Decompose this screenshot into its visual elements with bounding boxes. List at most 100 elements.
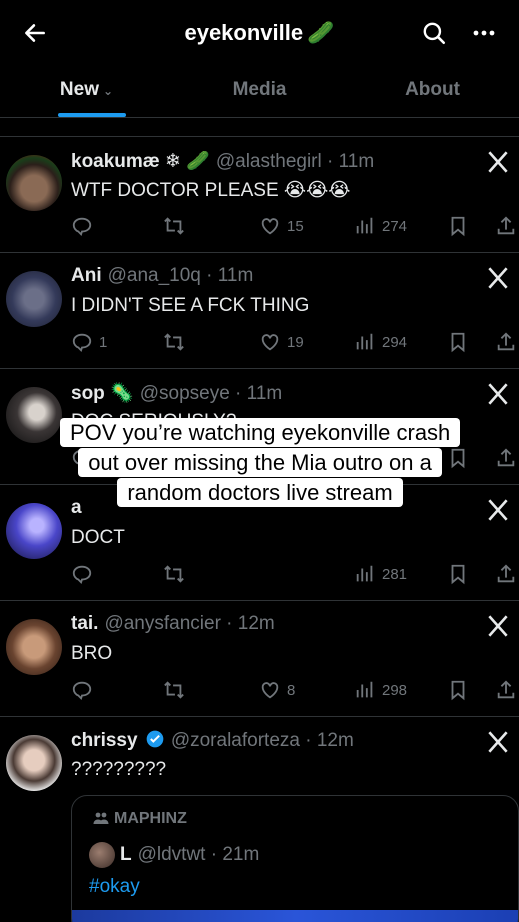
- tweet-text: ?????????: [71, 759, 167, 780]
- author-name[interactable]: sop 🦠: [71, 383, 134, 404]
- community-label: MAPHINZ: [114, 810, 187, 827]
- like-button[interactable]: 8: [259, 677, 295, 703]
- author-line: Ani @ana_10q · 11m: [71, 265, 253, 287]
- bookmark-button[interactable]: [447, 329, 469, 355]
- author-name[interactable]: chrissy: [71, 730, 138, 751]
- active-tab-indicator: [58, 113, 126, 117]
- share-button[interactable]: [495, 561, 517, 587]
- reply-icon: [72, 333, 92, 352]
- tab-about-label: About: [405, 79, 460, 100]
- quoted-media[interactable]: [72, 910, 518, 922]
- quoted-avatar: [89, 842, 115, 868]
- views-button[interactable]: 281: [354, 561, 407, 587]
- tab-new[interactable]: New ⌄: [0, 64, 173, 117]
- views-button[interactable]: 274: [354, 213, 407, 239]
- bookmark-icon: [451, 216, 465, 237]
- tweet[interactable]: koakumæ ❄ 🥒 @alasthegirl · 11m WTF DOCTOR…: [0, 136, 519, 252]
- quoted-author-name: L: [120, 844, 132, 865]
- x-logo-icon: [488, 731, 508, 753]
- views-button[interactable]: 298: [354, 677, 407, 703]
- view-count: 294: [382, 333, 408, 351]
- like-button[interactable]: 15: [259, 213, 304, 239]
- overlay-caption: POV you’re watching eyekonville crash ou…: [60, 418, 461, 508]
- tab-about[interactable]: About: [346, 64, 519, 117]
- share-icon: [497, 680, 515, 699]
- bookmark-button[interactable]: [447, 561, 469, 587]
- search-icon[interactable]: [421, 20, 447, 46]
- tweet-text: BRO: [71, 643, 113, 664]
- share-button[interactable]: [495, 445, 517, 471]
- bookmark-icon: [451, 564, 465, 585]
- share-button[interactable]: [495, 329, 517, 355]
- avatar[interactable]: [6, 735, 62, 791]
- bookmark-button[interactable]: [447, 677, 469, 703]
- quoted-author-handle: @ldvtwt · 21m: [137, 844, 260, 865]
- author-handle: @zoralaforteza · 12m: [170, 730, 354, 751]
- reply-button[interactable]: 1: [71, 329, 107, 355]
- retweet-button[interactable]: [163, 213, 185, 239]
- like-count: 15: [287, 217, 304, 235]
- x-logo-icon: [488, 151, 508, 173]
- author-name[interactable]: Ani: [71, 265, 102, 286]
- author-line: sop 🦠 @sopseye · 11m: [71, 381, 282, 405]
- tweet[interactable]: tai. @anysfancier · 12m BRO 8 298: [0, 600, 519, 716]
- bookmark-icon: [451, 680, 465, 701]
- share-icon: [497, 216, 515, 235]
- reply-button[interactable]: [71, 677, 93, 703]
- chevron-down-icon: ⌄: [103, 84, 114, 98]
- retweet-icon: [164, 681, 184, 699]
- tweet[interactable]: chrissy @zoralaforteza · 12m ????????? M…: [0, 716, 519, 922]
- author-line: koakumæ ❄ 🥒 @alasthegirl · 11m: [71, 149, 374, 173]
- author-name[interactable]: koakumæ ❄ 🥒: [71, 151, 210, 172]
- bookmark-button[interactable]: [447, 213, 469, 239]
- avatar[interactable]: [6, 271, 62, 327]
- community-title-text: eyekonville: [184, 20, 304, 45]
- retweet-button[interactable]: [163, 329, 185, 355]
- share-icon: [497, 332, 515, 351]
- tweet-text: DOCT: [71, 527, 125, 548]
- tweet[interactable]: Ani @ana_10q · 11m I DIDN'T SEE A FCK THI…: [0, 252, 519, 368]
- view-count: 298: [382, 681, 408, 699]
- more-options-icon[interactable]: [469, 20, 499, 46]
- community-icon: [93, 812, 109, 824]
- tab-media-label: Media: [232, 79, 287, 100]
- retweet-button[interactable]: [163, 677, 185, 703]
- reply-button[interactable]: [71, 213, 93, 239]
- views-button[interactable]: 294: [354, 329, 407, 355]
- views-icon: [356, 333, 373, 350]
- bookmark-icon: [451, 332, 465, 353]
- author-name[interactable]: tai.: [71, 613, 98, 634]
- avatar[interactable]: [6, 387, 62, 443]
- author-handle: @ana_10q · 11m: [107, 265, 254, 286]
- like-button[interactable]: 19: [259, 329, 304, 355]
- tab-media[interactable]: Media: [173, 64, 346, 117]
- views-icon: [356, 681, 373, 698]
- tweet-actions: 281: [71, 561, 519, 587]
- share-button[interactable]: [495, 213, 517, 239]
- quoted-author-line: L @ldvtwt · 21m: [120, 844, 259, 866]
- quoted-tweet[interactable]: MAPHINZ L @ldvtwt · 21m #okay: [71, 795, 519, 922]
- views-icon: [356, 217, 373, 234]
- like-count: 8: [287, 681, 296, 699]
- reply-count: 1: [99, 333, 108, 351]
- author-handle: @sopseye · 11m: [139, 383, 283, 404]
- hashtag-link[interactable]: #okay: [89, 876, 140, 898]
- heart-icon: [261, 218, 279, 235]
- retweet-icon: [164, 565, 184, 583]
- avatar[interactable]: [6, 155, 62, 211]
- x-logo-icon: [488, 267, 508, 289]
- top-bar: eyekonville 🥒: [0, 0, 519, 64]
- avatar[interactable]: [6, 503, 62, 559]
- share-button[interactable]: [495, 677, 517, 703]
- x-logo-icon: [488, 499, 508, 521]
- tweet-actions: 8 298: [71, 677, 519, 703]
- verified-badge-icon: [146, 730, 164, 748]
- share-icon: [497, 564, 515, 583]
- reply-button[interactable]: [71, 561, 93, 587]
- avatar[interactable]: [6, 619, 62, 675]
- pickle-emoji-icon: 🥒: [307, 20, 335, 45]
- tweet-actions: 1 19 294: [71, 329, 519, 355]
- author-handle: @anysfancier · 12m: [104, 613, 275, 634]
- retweet-button[interactable]: [163, 561, 185, 587]
- reply-icon: [72, 565, 92, 584]
